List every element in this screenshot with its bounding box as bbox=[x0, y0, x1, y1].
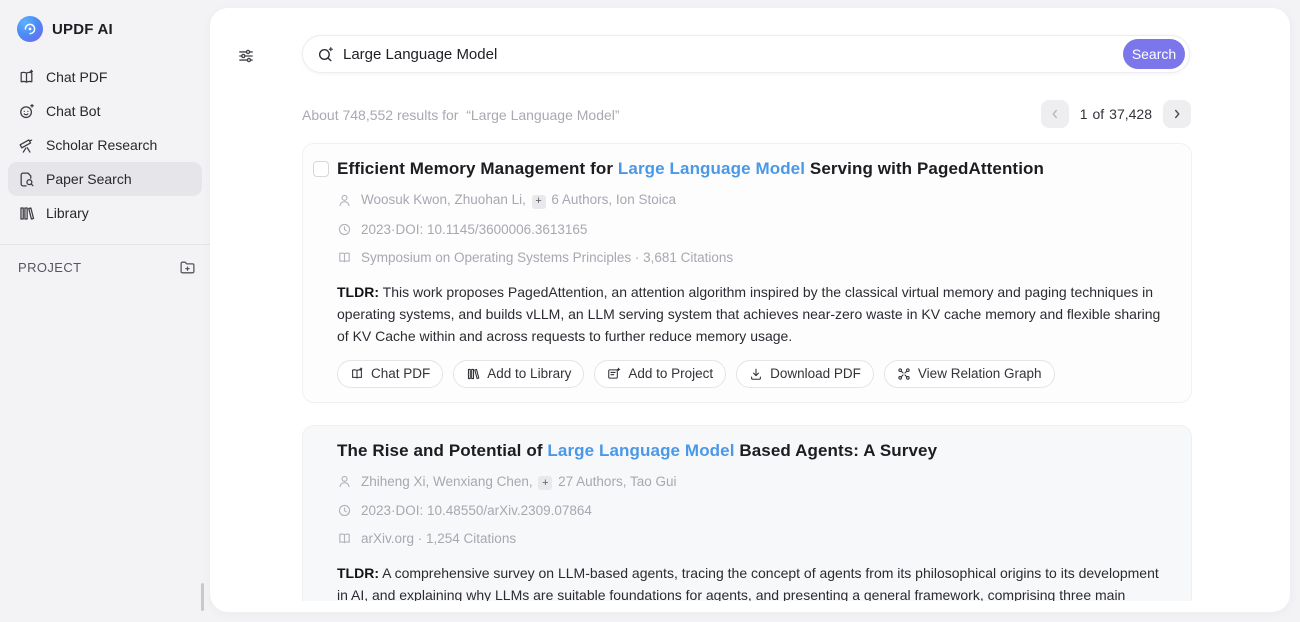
title-highlight: Large Language Model bbox=[618, 159, 805, 178]
book-icon bbox=[337, 531, 352, 546]
sidebar-scrollbar[interactable] bbox=[201, 583, 204, 611]
sidebar-item-label: Library bbox=[46, 205, 89, 221]
project-label: PROJECT bbox=[18, 260, 81, 275]
current-page: 1 bbox=[1080, 106, 1088, 122]
paper-title[interactable]: Efficient Memory Management for Large La… bbox=[337, 159, 1167, 179]
total-pages: 37,428 bbox=[1109, 106, 1152, 122]
paper-card: The Rise and Potential of Large Language… bbox=[302, 425, 1192, 602]
doi-row: 2023·DOI: 10.1145/3600006.3613165 bbox=[337, 222, 1167, 237]
sidebar-item-chat-bot[interactable]: Chat Bot bbox=[8, 94, 202, 128]
folder-plus-icon[interactable] bbox=[179, 259, 196, 276]
download-pdf-button[interactable]: Download PDF bbox=[736, 360, 874, 388]
library-icon bbox=[18, 205, 35, 222]
sidebar-nav: Chat PDF Chat Bot Scholar R bbox=[8, 60, 202, 230]
sidebar: UPDF AI Chat PDF Chat Bot bbox=[0, 0, 210, 622]
paper-actions: Chat PDF Add to Library bbox=[337, 360, 1167, 388]
sidebar-item-chat-pdf[interactable]: Chat PDF bbox=[8, 60, 202, 94]
title-text: The Rise and Potential of bbox=[337, 441, 547, 460]
sidebar-item-scholar-research[interactable]: Scholar Research bbox=[8, 128, 202, 162]
project-section-header: PROJECT bbox=[0, 247, 210, 287]
chat-bot-icon bbox=[18, 103, 35, 120]
page-separator: of bbox=[1092, 106, 1104, 122]
next-page-button[interactable] bbox=[1163, 100, 1191, 128]
clock-icon bbox=[337, 222, 352, 237]
sidebar-item-label: Chat Bot bbox=[46, 103, 100, 119]
results-summary: About 748,552 results for “Large Languag… bbox=[302, 107, 620, 123]
chat-pdf-icon bbox=[350, 367, 364, 381]
add-to-project-button[interactable]: Add to Project bbox=[594, 360, 726, 388]
sidebar-item-label: Scholar Research bbox=[46, 137, 157, 153]
chevron-right-icon bbox=[1170, 107, 1184, 121]
authors-row: Zhiheng Xi, Wenxiang Chen, + 27 Authors,… bbox=[337, 474, 1167, 491]
app-title: UPDF AI bbox=[52, 21, 113, 38]
telescope-icon bbox=[18, 137, 35, 154]
view-relation-graph-button[interactable]: View Relation Graph bbox=[884, 360, 1055, 388]
sidebar-item-label: Chat PDF bbox=[46, 69, 107, 85]
folder-plus-icon bbox=[607, 367, 621, 381]
authors-row: Woosuk Kwon, Zhuohan Li, + 6 Authors, Io… bbox=[337, 192, 1167, 209]
sidebar-item-label: Paper Search bbox=[46, 171, 132, 187]
results-query-text: “Large Language Model” bbox=[466, 107, 619, 123]
search-input[interactable] bbox=[343, 46, 1123, 63]
sidebar-item-library[interactable]: Library bbox=[8, 196, 202, 230]
doi-row: 2023·DOI: 10.48550/arXiv.2309.07864 bbox=[337, 503, 1167, 518]
venue-row: arXiv.org · 1,254 Citations bbox=[337, 531, 1167, 546]
tldr-paragraph: TLDR: This work proposes PagedAttention,… bbox=[337, 281, 1162, 347]
search-filters-button[interactable] bbox=[234, 44, 258, 68]
doi-text: 2023·DOI: 10.48550/arXiv.2309.07864 bbox=[361, 503, 592, 518]
search-bar: Search bbox=[302, 35, 1190, 73]
book-icon bbox=[337, 250, 352, 265]
expand-authors-badge[interactable]: + bbox=[538, 476, 552, 490]
ai-search-icon bbox=[317, 46, 334, 63]
pagination: 1 of 37,428 bbox=[1041, 100, 1191, 128]
venue-text: arXiv.org · 1,254 Citations bbox=[361, 531, 516, 546]
page-indicator: 1 of 37,428 bbox=[1080, 106, 1152, 122]
tldr-label: TLDR: bbox=[337, 565, 379, 581]
library-icon bbox=[466, 367, 480, 381]
chat-pdf-button[interactable]: Chat PDF bbox=[337, 360, 443, 388]
tldr-text: A comprehensive survey on LLM-based agen… bbox=[337, 565, 1159, 601]
relation-graph-icon bbox=[897, 367, 911, 381]
add-to-library-button[interactable]: Add to Library bbox=[453, 360, 584, 388]
doi-text: 2023·DOI: 10.1145/3600006.3613165 bbox=[361, 222, 587, 237]
paper-checkbox[interactable] bbox=[313, 161, 329, 177]
tldr-paragraph: TLDR: A comprehensive survey on LLM-base… bbox=[337, 562, 1162, 601]
person-icon bbox=[337, 474, 352, 489]
person-icon bbox=[337, 193, 352, 208]
paper-search-icon bbox=[18, 171, 35, 188]
chevron-left-icon bbox=[1048, 107, 1062, 121]
results-count-text: About 748,552 results for bbox=[302, 107, 458, 123]
authors-text: Zhiheng Xi, Wenxiang Chen, + 27 Authors,… bbox=[361, 474, 676, 491]
venue-text: Symposium on Operating Systems Principle… bbox=[361, 250, 733, 265]
tldr-label: TLDR: bbox=[337, 284, 379, 300]
main-panel: Search About 748,552 results for “Large … bbox=[210, 8, 1290, 612]
search-button[interactable]: Search bbox=[1123, 39, 1185, 69]
clock-icon bbox=[337, 503, 352, 518]
filter-sliders-icon bbox=[237, 47, 255, 65]
results-list: Efficient Memory Management for Large La… bbox=[210, 128, 1290, 601]
updf-ai-logo-icon bbox=[17, 16, 43, 42]
previous-page-button[interactable] bbox=[1041, 100, 1069, 128]
app-logo: UPDF AI bbox=[0, 0, 210, 42]
venue-row: Symposium on Operating Systems Principle… bbox=[337, 250, 1167, 265]
expand-authors-badge[interactable]: + bbox=[532, 195, 546, 209]
title-text: Based Agents: A Survey bbox=[735, 441, 938, 460]
sidebar-divider bbox=[0, 244, 210, 245]
title-text: Efficient Memory Management for bbox=[337, 159, 618, 178]
authors-text: Woosuk Kwon, Zhuohan Li, + 6 Authors, Io… bbox=[361, 192, 676, 209]
tldr-text: This work proposes PagedAttention, an at… bbox=[337, 284, 1160, 344]
title-text: Serving with PagedAttention bbox=[805, 159, 1044, 178]
sidebar-item-paper-search[interactable]: Paper Search bbox=[8, 162, 202, 196]
title-highlight: Large Language Model bbox=[547, 441, 734, 460]
paper-title[interactable]: The Rise and Potential of Large Language… bbox=[337, 441, 1167, 461]
paper-card: Efficient Memory Management for Large La… bbox=[302, 143, 1192, 403]
download-icon bbox=[749, 367, 763, 381]
chat-pdf-icon bbox=[18, 69, 35, 86]
